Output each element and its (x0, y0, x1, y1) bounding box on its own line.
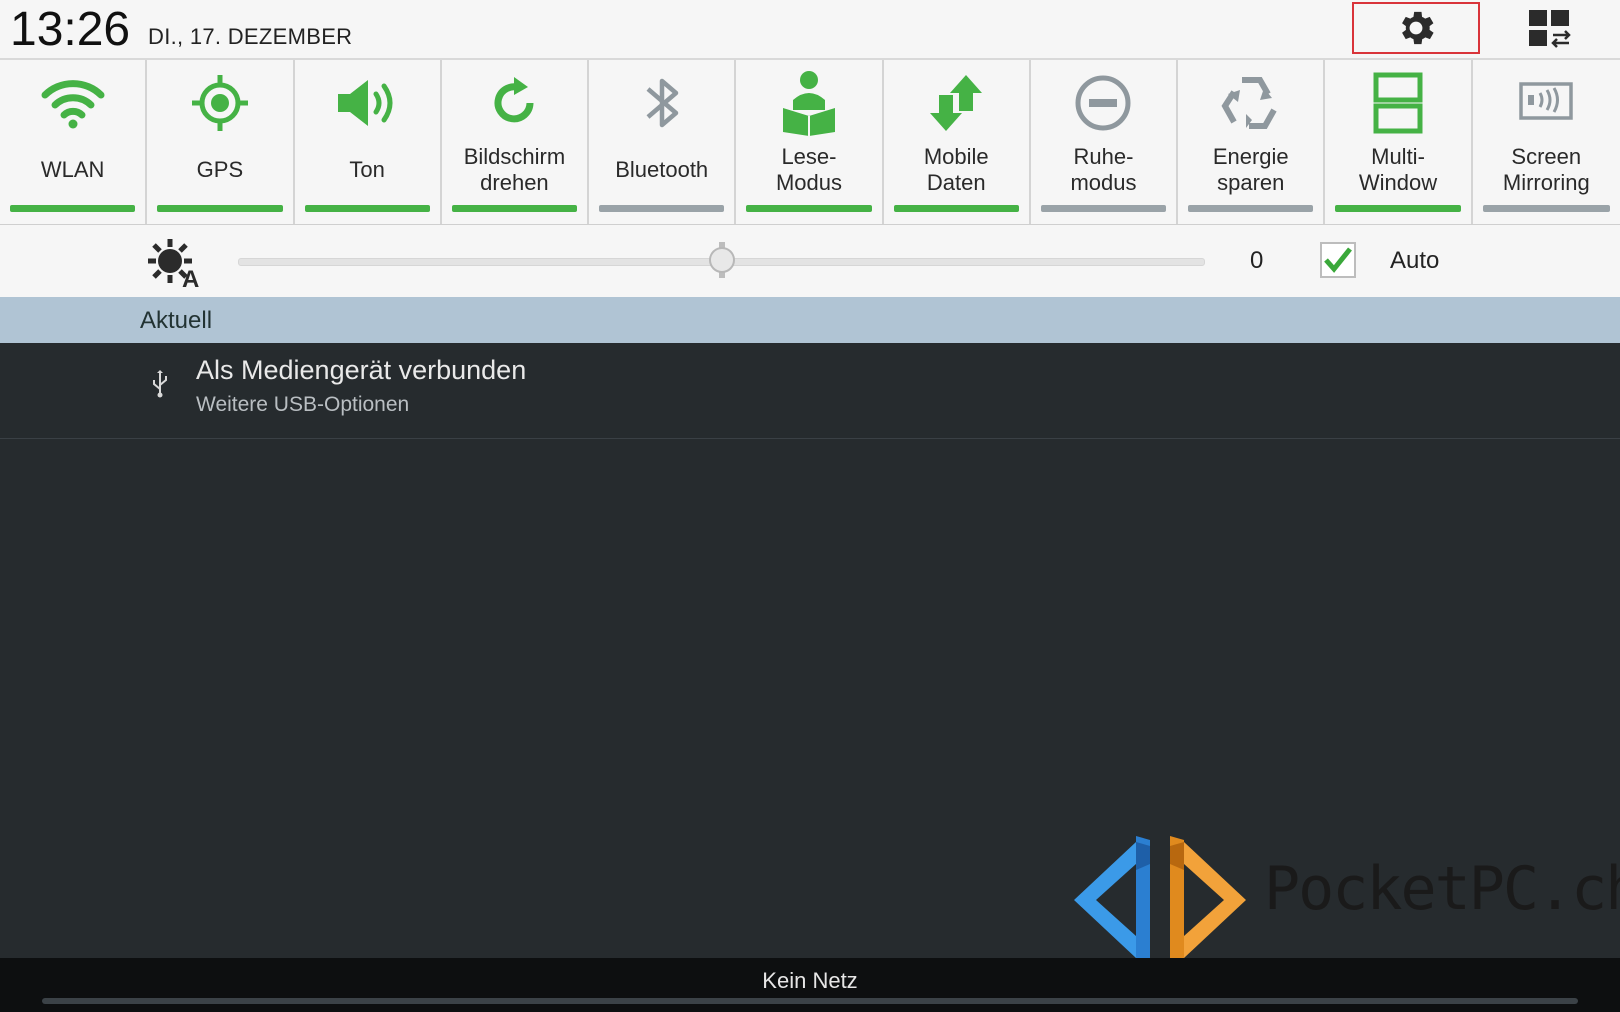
speaker-icon (338, 80, 393, 126)
auto-brightness-label: Auto (1390, 247, 1440, 274)
checkmark-icon (1324, 247, 1352, 273)
quick-panel-edit-button[interactable] (1520, 4, 1580, 54)
multi-window-icon (1373, 72, 1423, 134)
notification-title: Als Mediengerät verbunden (196, 355, 527, 385)
toggle-label: WLAN (40, 157, 105, 182)
gear-icon (1402, 11, 1434, 45)
drag-handle[interactable] (42, 998, 1578, 1004)
do-not-disturb-icon (1075, 75, 1131, 131)
auto-brightness-checkbox[interactable] (1320, 242, 1356, 278)
svg-text:A: A (182, 266, 199, 289)
toggle-ton[interactable]: Ton (295, 60, 442, 224)
brightness-auto-icon: A (148, 239, 199, 289)
gps-icon (191, 75, 248, 131)
toggle-label: Lese- Modus (775, 144, 842, 195)
date-label: DI., 17. DEZEMBER (148, 24, 353, 49)
toggle-indicator (451, 205, 578, 212)
toggle-label: GPS (196, 157, 244, 182)
toggle-wlan[interactable]: WLAN (0, 60, 148, 224)
brightness-slider-thumb[interactable] (708, 242, 736, 278)
toggle-screen-mirroring[interactable]: Screen Mirroring (1473, 60, 1620, 224)
watermark-text: PocketPC.ch (1264, 854, 1620, 924)
section-title: Aktuell (140, 307, 213, 334)
notification-usb[interactable]: Als Mediengerät verbunden Weitere USB-Op… (0, 343, 1620, 439)
toggle-indicator (1188, 205, 1314, 212)
section-header: Aktuell (0, 297, 1620, 343)
toggle-indicator (10, 205, 136, 212)
notification-subtitle: Weitere USB-Optionen (196, 393, 410, 416)
toggle-ruhemodus[interactable]: Ruhe- modus (1031, 60, 1179, 224)
toggle-bluetooth[interactable]: Bluetooth (589, 60, 737, 224)
toggle-multi-window[interactable]: Multi- Window (1325, 60, 1473, 224)
toggle-energie-sparen[interactable]: Energie sparen (1178, 60, 1326, 224)
screen-mirroring-icon (1519, 82, 1574, 120)
toggle-indicator (893, 205, 1019, 212)
toggle-label: Bildschirm drehen (463, 144, 566, 195)
toggle-bildschirm-drehen[interactable]: Bildschirm drehen (442, 60, 590, 224)
toggle-lese-modus[interactable]: Lese- Modus (736, 60, 884, 224)
wifi-icon (41, 80, 105, 129)
network-status: Kein Netz (762, 968, 858, 993)
reading-icon (782, 71, 835, 136)
toggle-indicator (1482, 205, 1610, 212)
mobile-data-icon (930, 75, 983, 131)
toggle-label: Bluetooth (615, 157, 709, 182)
toggle-indicator (304, 205, 430, 212)
toggle-label: Ton (349, 157, 385, 182)
toggle-mobile-daten[interactable]: Mobile Daten (884, 60, 1031, 224)
brightness-value: 0 (1250, 247, 1264, 274)
toggle-indicator (746, 205, 872, 212)
recycle-icon (1221, 77, 1277, 129)
bottom-bar: Kein Netz (0, 958, 1620, 1012)
toggle-indicator (1040, 205, 1167, 212)
toggle-label: Multi- Window (1358, 144, 1438, 195)
toggle-indicator (157, 205, 283, 212)
clock: 13:26 (10, 3, 131, 56)
toggle-label: Energie sparen (1212, 144, 1289, 195)
quick-settings-toggles: WLAN GPS Ton Bildschirm drehen Bluetooth… (0, 60, 1620, 225)
toggle-indicator (1335, 205, 1461, 212)
toggle-gps[interactable]: GPS (147, 60, 295, 224)
toggle-label: Ruhe- modus (1070, 144, 1137, 195)
bluetooth-icon (646, 78, 678, 128)
toggle-indicator (599, 205, 725, 212)
toggle-label: Screen Mirroring (1502, 144, 1590, 195)
settings-button[interactable] (1352, 2, 1480, 54)
brightness-row: A 0 Auto (0, 225, 1620, 297)
quick-panel-edit-icon (1529, 10, 1571, 48)
status-bar: 13:26 DI., 17. DEZEMBER (0, 0, 1620, 60)
toggle-label: Mobile Daten (923, 144, 989, 195)
usb-icon (153, 370, 167, 398)
rotate-icon (494, 77, 534, 123)
